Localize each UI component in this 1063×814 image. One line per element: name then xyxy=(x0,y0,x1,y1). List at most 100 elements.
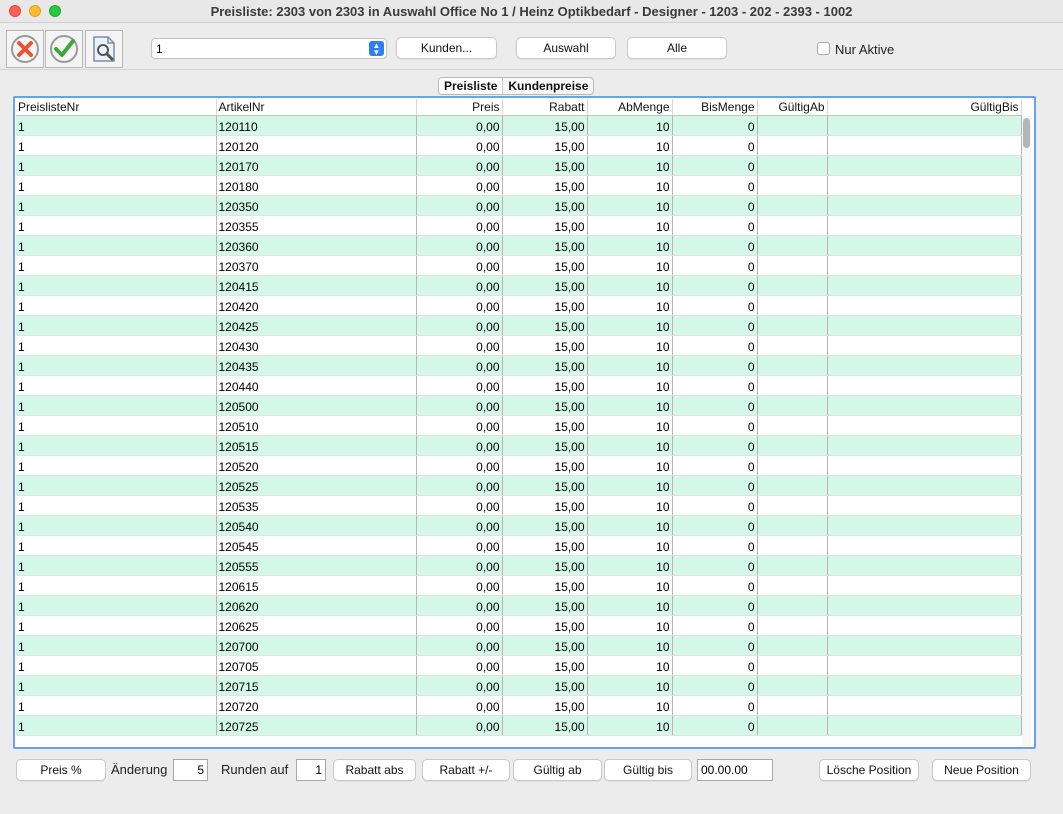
cell-bismenge: 0 xyxy=(672,295,758,316)
cell-bismenge: 0 xyxy=(672,175,758,196)
table-row[interactable]: 1 120700 0,00 15,00 10 0 xyxy=(16,635,1022,656)
preis-percent-button[interactable]: Preis % xyxy=(16,759,106,781)
cell-gueltigbis xyxy=(827,255,1022,276)
column-header-abmenge[interactable]: AbMenge xyxy=(587,99,673,116)
cell-artikelnr: 120715 xyxy=(216,675,417,696)
alle-button[interactable]: Alle xyxy=(627,37,727,59)
table-row[interactable]: 1 120715 0,00 15,00 10 0 xyxy=(16,675,1022,696)
vertical-scrollbar[interactable] xyxy=(1022,116,1031,746)
cell-gueltigbis xyxy=(827,555,1022,576)
toolbar: 1 ▲ ▼ Kunden... Auswahl Alle Nur Aktive xyxy=(0,24,1063,70)
cell-gueltigbis xyxy=(827,315,1022,336)
table-row[interactable]: 1 120415 0,00 15,00 10 0 xyxy=(16,275,1022,296)
table-row[interactable]: 1 120705 0,00 15,00 10 0 xyxy=(16,655,1022,676)
cell-preislistenr: 1 xyxy=(16,175,217,196)
table-row[interactable]: 1 120420 0,00 15,00 10 0 xyxy=(16,295,1022,316)
cell-gueltigab xyxy=(757,695,828,716)
loesche-position-button[interactable]: Lösche Position xyxy=(819,759,919,781)
cell-gueltigab xyxy=(757,555,828,576)
table-row[interactable]: 1 120120 0,00 15,00 10 0 xyxy=(16,135,1022,156)
table-row[interactable]: 1 120620 0,00 15,00 10 0 xyxy=(16,595,1022,616)
cell-gueltigab xyxy=(757,155,828,176)
aenderung-input[interactable]: 5 xyxy=(173,759,208,781)
scrollbar-thumb[interactable] xyxy=(1023,118,1030,148)
date-input[interactable]: 00.00.00 xyxy=(697,759,773,781)
cell-preis: 0,00 xyxy=(416,715,503,736)
table-row[interactable]: 1 120545 0,00 15,00 10 0 xyxy=(16,535,1022,556)
cell-gueltigbis xyxy=(827,295,1022,316)
cell-preislistenr: 1 xyxy=(16,635,217,656)
cell-abmenge: 10 xyxy=(587,695,673,716)
column-header-bismenge[interactable]: BisMenge xyxy=(672,99,758,116)
nur-aktive-checkbox[interactable] xyxy=(817,42,830,55)
table-row[interactable]: 1 120440 0,00 15,00 10 0 xyxy=(16,375,1022,396)
cell-preislistenr: 1 xyxy=(16,395,217,416)
rabatt-abs-button[interactable]: Rabatt abs xyxy=(333,759,416,781)
runden-auf-input[interactable]: 1 xyxy=(296,759,326,781)
table-row[interactable]: 1 120425 0,00 15,00 10 0 xyxy=(16,315,1022,336)
table-row[interactable]: 1 120615 0,00 15,00 10 0 xyxy=(16,575,1022,596)
neue-position-button[interactable]: Neue Position xyxy=(932,759,1031,781)
gueltig-ab-button[interactable]: Gültig ab xyxy=(513,759,602,781)
table-row[interactable]: 1 120435 0,00 15,00 10 0 xyxy=(16,355,1022,376)
table-row[interactable]: 1 120360 0,00 15,00 10 0 xyxy=(16,235,1022,256)
cell-abmenge: 10 xyxy=(587,555,673,576)
confirm-button[interactable] xyxy=(45,30,83,68)
table-row[interactable]: 1 120555 0,00 15,00 10 0 xyxy=(16,555,1022,576)
cell-preis: 0,00 xyxy=(416,695,503,716)
cell-artikelnr: 120420 xyxy=(216,295,417,316)
cell-gueltigbis xyxy=(827,455,1022,476)
column-header-rabatt[interactable]: Rabatt xyxy=(502,99,588,116)
search-button[interactable] xyxy=(85,30,123,68)
table-row[interactable]: 1 120370 0,00 15,00 10 0 xyxy=(16,255,1022,276)
cell-preis: 0,00 xyxy=(416,295,503,316)
table-row[interactable]: 1 120510 0,00 15,00 10 0 xyxy=(16,415,1022,436)
cell-preis: 0,00 xyxy=(416,675,503,696)
cell-preis: 0,00 xyxy=(416,535,503,556)
table-row[interactable]: 1 120170 0,00 15,00 10 0 xyxy=(16,155,1022,176)
preisliste-select[interactable]: 1 ▲ ▼ xyxy=(151,38,387,59)
table-row[interactable]: 1 120430 0,00 15,00 10 0 xyxy=(16,335,1022,356)
cell-gueltigab xyxy=(757,575,828,596)
cell-preis: 0,00 xyxy=(416,575,503,596)
cell-preis: 0,00 xyxy=(416,475,503,496)
table-row[interactable]: 1 120625 0,00 15,00 10 0 xyxy=(16,615,1022,636)
cell-artikelnr: 120510 xyxy=(216,415,417,436)
table-row[interactable]: 1 120720 0,00 15,00 10 0 xyxy=(16,695,1022,716)
column-header-gueltigab[interactable]: GültigAb xyxy=(757,99,828,116)
tab-kundenpreise[interactable]: Kundenpreise xyxy=(503,78,593,94)
table-row[interactable]: 1 120520 0,00 15,00 10 0 xyxy=(16,455,1022,476)
column-header-gueltigbis[interactable]: GültigBis xyxy=(827,99,1022,116)
column-header-artikelnr[interactable]: ArtikelNr xyxy=(216,99,417,116)
table-row[interactable]: 1 120110 0,00 15,00 10 0 xyxy=(16,115,1022,136)
gueltig-bis-button[interactable]: Gültig bis xyxy=(604,759,692,781)
table-row[interactable]: 1 120500 0,00 15,00 10 0 xyxy=(16,395,1022,416)
table-row[interactable]: 1 120515 0,00 15,00 10 0 xyxy=(16,435,1022,456)
table-row[interactable]: 1 120350 0,00 15,00 10 0 xyxy=(16,195,1022,216)
cell-gueltigbis xyxy=(827,335,1022,356)
cell-abmenge: 10 xyxy=(587,715,673,736)
cell-preislistenr: 1 xyxy=(16,435,217,456)
table-row[interactable]: 1 120725 0,00 15,00 10 0 xyxy=(16,715,1022,736)
table-row[interactable]: 1 120525 0,00 15,00 10 0 xyxy=(16,475,1022,496)
column-header-preis[interactable]: Preis xyxy=(416,99,503,116)
table-row[interactable]: 1 120355 0,00 15,00 10 0 xyxy=(16,215,1022,236)
table-row[interactable]: 1 120180 0,00 15,00 10 0 xyxy=(16,175,1022,196)
column-header-preislistenr[interactable]: PreislisteNr xyxy=(16,99,217,116)
cell-abmenge: 10 xyxy=(587,515,673,536)
app-window: Preisliste: 2303 von 2303 in Auswahl Off… xyxy=(0,0,1063,814)
kunden-button[interactable]: Kunden... xyxy=(396,37,497,59)
auswahl-button[interactable]: Auswahl xyxy=(516,37,616,59)
cell-bismenge: 0 xyxy=(672,595,758,616)
table-row[interactable]: 1 120540 0,00 15,00 10 0 xyxy=(16,515,1022,536)
cancel-button[interactable] xyxy=(6,30,44,68)
cell-preis: 0,00 xyxy=(416,255,503,276)
rabatt-plus-minus-button[interactable]: Rabatt +/- xyxy=(422,759,510,781)
cell-rabatt: 15,00 xyxy=(502,475,588,496)
cell-rabatt: 15,00 xyxy=(502,295,588,316)
tab-preisliste[interactable]: Preisliste xyxy=(439,78,504,94)
cell-abmenge: 10 xyxy=(587,195,673,216)
cell-rabatt: 15,00 xyxy=(502,135,588,156)
cell-bismenge: 0 xyxy=(672,435,758,456)
table-row[interactable]: 1 120535 0,00 15,00 10 0 xyxy=(16,495,1022,516)
